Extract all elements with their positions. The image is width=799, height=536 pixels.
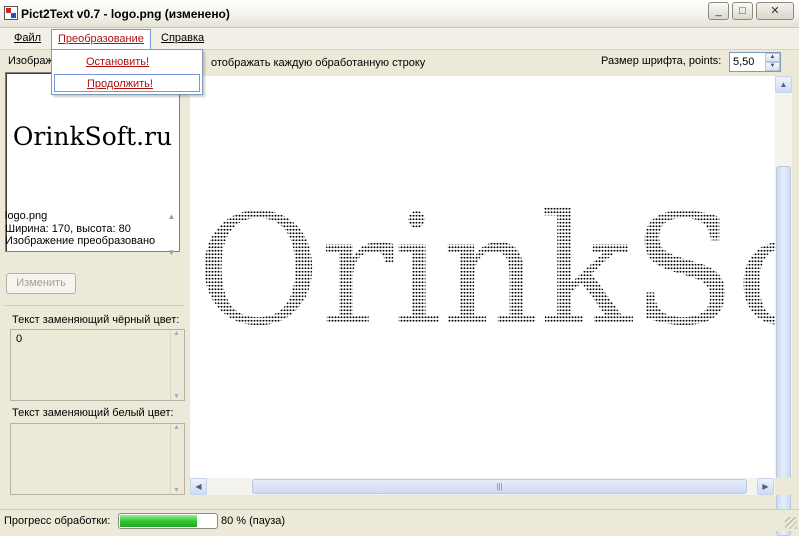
info-scroll-up-icon[interactable]: ▲ [166,212,177,221]
info-status: Изображение преобразовано [5,235,156,247]
preview-logo: OrinkSoft.ru [10,113,175,161]
title-bar: Pict2Text v0.7 - logo.png (изменено) _ □… [0,0,799,28]
menu-help-label: Справка [161,32,205,44]
menu-transform[interactable]: Преобразование [51,29,151,50]
app-icon [4,6,18,20]
minimize-button[interactable]: _ [708,2,729,20]
ascii-output-canvas[interactable]: OrinkSoft.ru [190,76,775,478]
scroll-left-arrow-icon[interactable]: ◀ [190,478,207,495]
scroll-right-arrow-icon[interactable]: ▶ [757,478,774,495]
menu-file-label: Файл [14,32,42,44]
progress-label: Прогресс обработки: [4,515,111,527]
menu-help[interactable]: Справка [161,32,204,44]
font-size-stepper[interactable]: 5,50 ▲ ▼ [729,52,781,72]
options-bar: отображать каждую обработанную строку Ра… [188,50,799,76]
menu-item-stop[interactable]: Остановить! [54,53,200,71]
transform-dropdown: Остановить! Продолжить! [51,49,203,95]
info-dimensions: Ширина: 170, высота: 80 [5,222,131,235]
menu-item-continue-label: Продолжить! [87,78,153,90]
menu-item-continue[interactable]: Продолжить! [54,74,200,92]
close-button[interactable]: ✕ [756,2,794,20]
white-text-input[interactable] [10,423,185,495]
info-filename: logo.png [5,210,48,222]
stepper-buttons: ▲ ▼ [765,53,780,71]
group-separator [4,305,184,306]
change-button[interactable]: Изменить [6,273,76,294]
font-size-label: Размер шрифта, points: [601,55,722,67]
scroll-up-arrow-icon[interactable]: ▲ [775,76,792,93]
white-text-scrollbar[interactable] [170,424,184,494]
window-title: Pict2Text v0.7 - logo.png (изменено) [21,7,230,21]
vertical-scrollbar[interactable]: ▲ [775,76,792,536]
resize-grip-icon[interactable] [785,517,797,529]
black-text-input[interactable]: 0 [10,329,185,401]
menu-file[interactable]: Файл [14,32,41,44]
menu-transform-label: Преобразование [58,33,144,45]
maximize-button[interactable]: □ [732,2,753,20]
progress-fill [120,515,197,527]
horizontal-scroll-thumb[interactable]: ||| [252,479,747,494]
scroll-corner [775,478,792,495]
show-each-line-checkbox[interactable]: отображать каждую обработанную строку [211,57,425,69]
menu-item-stop-label: Остановить! [86,56,150,68]
black-text-scrollbar[interactable] [170,330,184,400]
menu-bar: Файл Преобразование Справка [0,28,799,50]
horizontal-scrollbar[interactable]: ◀ ||| ▶ [190,478,775,495]
status-bar: Прогресс обработки: 80 % (пауза) [0,509,799,531]
progress-bar [118,513,218,529]
stepper-down-icon[interactable]: ▼ [765,62,780,71]
black-text-value: 0 [16,333,23,345]
font-size-value: 5,50 [733,56,755,68]
black-text-label: Текст заменяющий чёрный цвет: [12,314,180,326]
white-text-label: Текст заменяющий белый цвет: [12,407,174,419]
image-info: logo.png Ширина: 170, высота: 80 Изображ… [5,210,177,260]
progress-value: 80 % (пауза) [221,515,286,527]
info-scroll-down-icon[interactable]: ▼ [166,248,177,257]
stepper-up-icon[interactable]: ▲ [765,53,780,62]
ascii-art-text: OrinkSoft.ru [196,186,775,356]
